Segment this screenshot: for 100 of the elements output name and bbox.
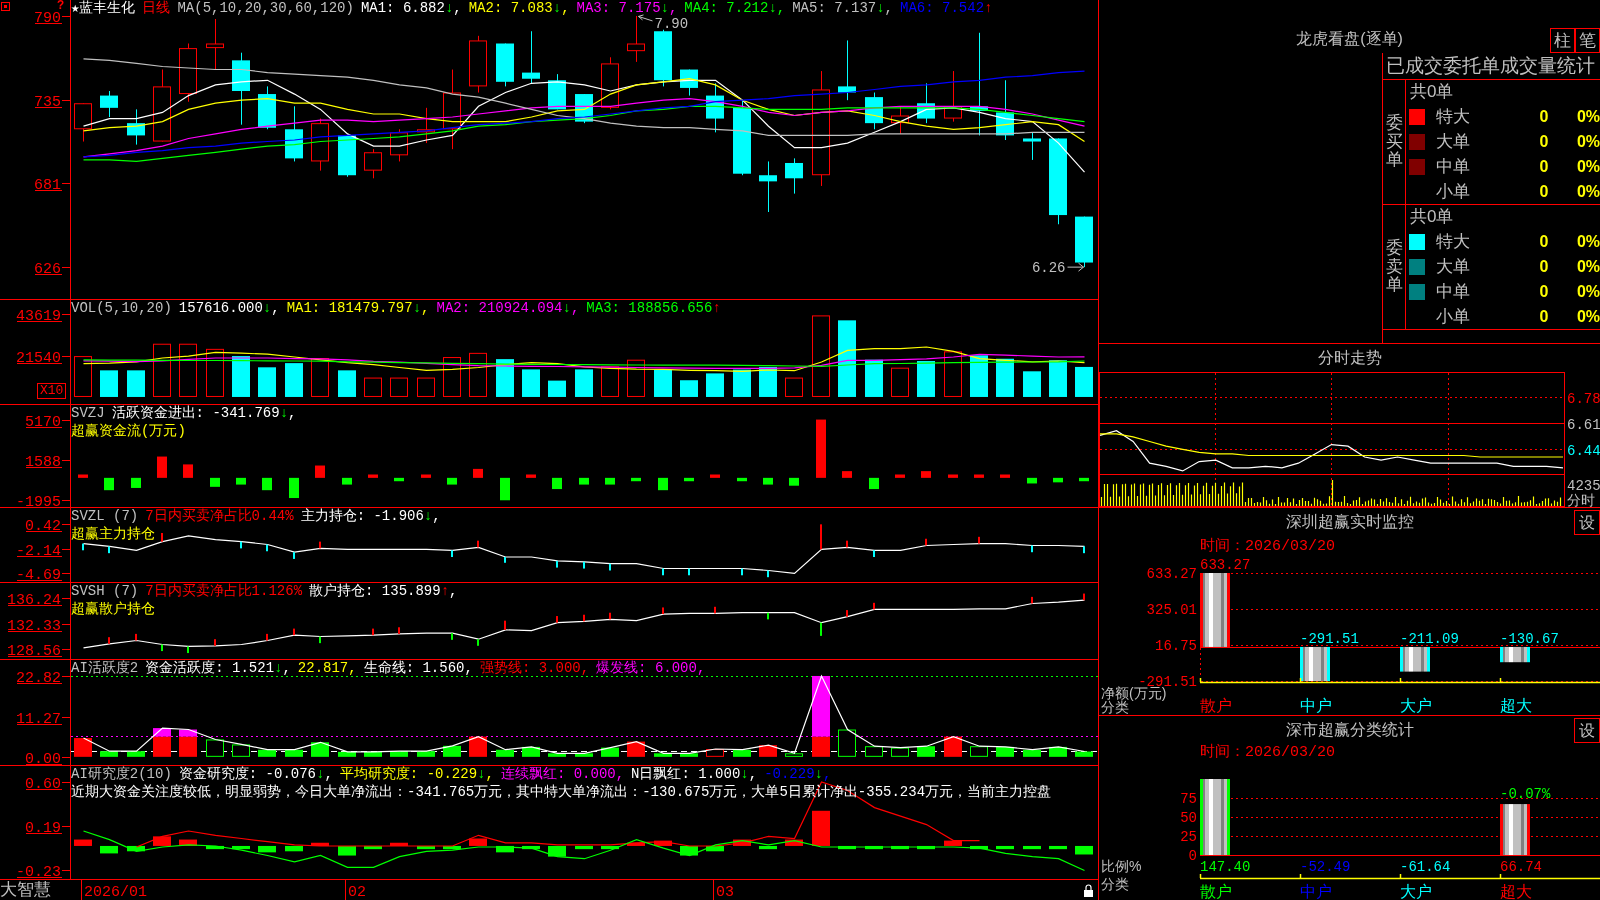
fund-flow-bar bbox=[342, 477, 352, 485]
change-tick bbox=[161, 644, 163, 652]
indicator-reading: 7日内买卖净占比0.44% bbox=[145, 509, 294, 524]
research-bar bbox=[390, 842, 408, 846]
candlestick bbox=[469, 35, 487, 93]
view-toggle-button[interactable]: 柱 bbox=[1550, 28, 1575, 53]
window-icon[interactable] bbox=[1, 2, 10, 11]
volume-bar bbox=[627, 359, 645, 397]
indicator-reading: SVSH (7) bbox=[71, 584, 139, 599]
research-bar bbox=[206, 845, 224, 850]
activity-bar bbox=[733, 749, 751, 757]
axis-label: 132.33 bbox=[7, 617, 61, 635]
price-extreme-label: 7.90 bbox=[654, 15, 689, 32]
settings-button[interactable]: 设 bbox=[1574, 510, 1600, 535]
order-percent: 0% bbox=[1575, 232, 1600, 253]
activity-bar bbox=[258, 749, 276, 757]
axis-label: 136.24 bbox=[7, 591, 61, 609]
value-label: -61.64 bbox=[1400, 859, 1451, 875]
change-tick bbox=[451, 633, 453, 640]
research-bar bbox=[601, 845, 619, 850]
panel-title: 深市超赢分类统计 bbox=[1285, 720, 1414, 739]
change-tick bbox=[873, 550, 875, 557]
volume-bar bbox=[258, 367, 276, 397]
volume-bar bbox=[944, 351, 962, 397]
fund-flow-bar bbox=[104, 477, 114, 491]
indicator-reading: MA2: 7.083↓, bbox=[468, 1, 570, 16]
order-percent: 0% bbox=[1575, 107, 1600, 128]
change-tick bbox=[240, 541, 242, 549]
research-bar bbox=[153, 836, 171, 846]
activity-bar bbox=[364, 751, 382, 757]
activity-bar bbox=[469, 736, 487, 757]
axis-label: 325.01 bbox=[1146, 601, 1197, 618]
axis-label: -2.14 bbox=[16, 542, 61, 560]
axis-label: 5170 bbox=[25, 413, 61, 431]
activity-bar bbox=[285, 749, 303, 757]
indicator-reading: MA1: 6.882↓, bbox=[360, 1, 462, 16]
fund-flow-bar bbox=[1079, 477, 1089, 482]
fund-flow-bar bbox=[236, 477, 246, 485]
activity-bar bbox=[232, 744, 250, 757]
volume-bar bbox=[522, 369, 540, 397]
candlestick bbox=[759, 160, 777, 213]
fund-flow-bar bbox=[1053, 477, 1063, 483]
view-toggle-button[interactable]: 笔 bbox=[1575, 28, 1600, 53]
fund-flow-bar bbox=[210, 477, 220, 487]
indicator-reading: MA5: 7.137↓, bbox=[792, 1, 893, 16]
candlestick bbox=[285, 105, 303, 162]
order-percent: 0% bbox=[1575, 156, 1600, 177]
candlestick bbox=[1075, 216, 1093, 268]
fund-flow-bar bbox=[631, 477, 641, 482]
value-label: -291.51 bbox=[1300, 630, 1359, 647]
indicator-caption: 超赢资金流(万元) bbox=[71, 423, 186, 439]
category-label: 散户 bbox=[1200, 883, 1232, 900]
volume-bar bbox=[100, 370, 118, 397]
activity-bar bbox=[601, 747, 619, 757]
volume-bar bbox=[417, 377, 435, 397]
axis-label: -4.69 bbox=[16, 566, 61, 582]
candlestick bbox=[417, 107, 435, 144]
order-size-label: 特大 bbox=[1436, 232, 1471, 253]
volume-bar bbox=[575, 369, 593, 397]
change-tick bbox=[741, 568, 743, 576]
research-bar bbox=[680, 845, 698, 856]
volume-bar bbox=[917, 361, 935, 397]
activity-bar bbox=[891, 747, 909, 757]
candlestick bbox=[364, 148, 382, 179]
activity-bar bbox=[127, 751, 145, 757]
research-bar bbox=[1049, 845, 1067, 850]
fund-flow-bar bbox=[895, 474, 905, 478]
activity-bar bbox=[74, 738, 92, 757]
activity-bar bbox=[390, 751, 408, 757]
activity-bar bbox=[785, 753, 803, 757]
research-bar bbox=[127, 845, 145, 852]
order-percent: 0% bbox=[1575, 281, 1600, 302]
research-bar bbox=[838, 845, 856, 850]
axis-label: 0.60 bbox=[25, 775, 61, 793]
research-bar bbox=[469, 838, 487, 846]
order-count: 0 bbox=[1538, 156, 1550, 177]
fund-flow-bar bbox=[921, 471, 931, 478]
fund-flow-bar bbox=[869, 477, 879, 490]
indicator-reading: MA1: 181479.797↓, bbox=[286, 301, 430, 316]
change-tick bbox=[556, 560, 558, 568]
volume-bar bbox=[232, 356, 250, 397]
indicator-reading: MA(5,10,20,30,60,120) bbox=[177, 1, 354, 16]
indicator-reading: 活跃资金进出: -341.769↓, bbox=[111, 406, 297, 421]
candlestick bbox=[865, 92, 883, 130]
axis-title: 分类 bbox=[1101, 876, 1129, 892]
indicator-caption: 超赢散户持仓 bbox=[71, 601, 155, 617]
indicator-reading: AI研究度2(10) bbox=[71, 767, 172, 782]
settings-button[interactable]: 设 bbox=[1574, 718, 1600, 743]
activity-bar bbox=[338, 751, 356, 757]
activity-bar bbox=[996, 746, 1014, 757]
activity-bar bbox=[917, 746, 935, 757]
axis-label: 16.75 bbox=[1155, 637, 1197, 654]
category-label: 中户 bbox=[1300, 697, 1332, 714]
activity-bar bbox=[865, 746, 883, 757]
fund-flow-bar bbox=[157, 456, 167, 478]
lock-icon[interactable] bbox=[1084, 884, 1093, 897]
fund-flow-bar bbox=[262, 477, 272, 491]
activity-bar bbox=[443, 745, 461, 757]
candlestick bbox=[917, 82, 935, 124]
axis-label: 681 bbox=[34, 176, 61, 194]
